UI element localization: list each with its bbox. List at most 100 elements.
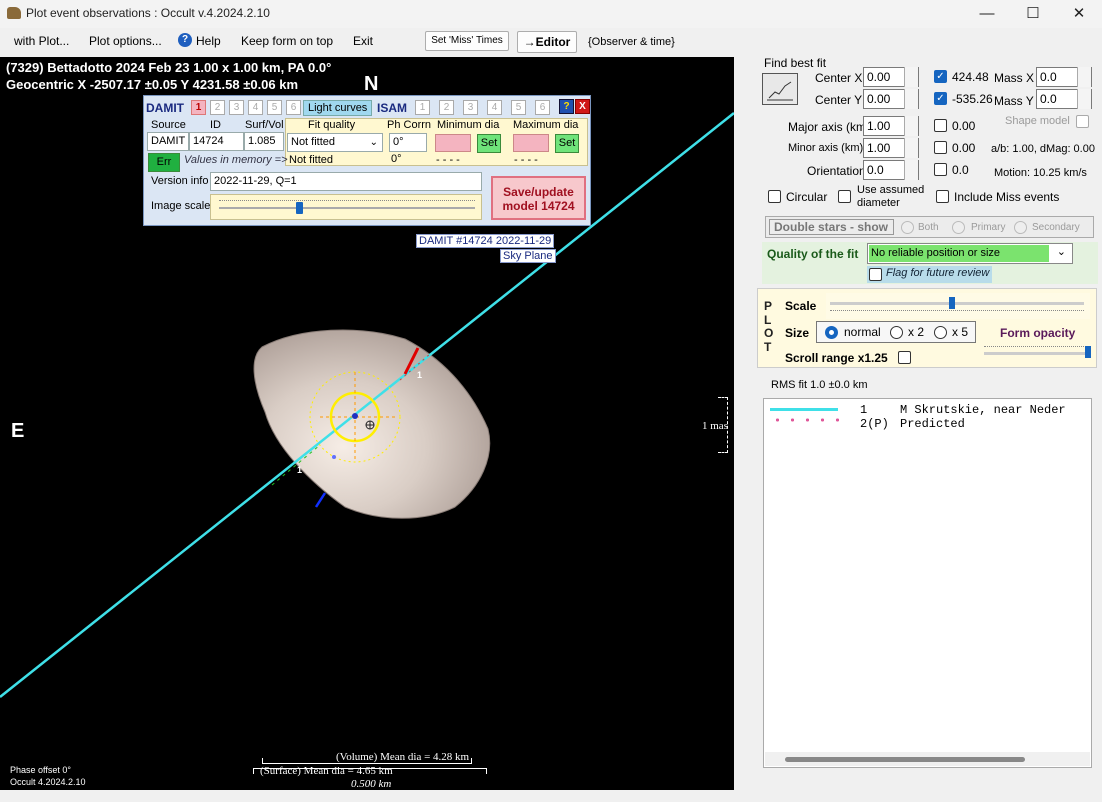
motion-label: Motion: 10.25 km/s [994,167,1087,179]
slider-track [984,352,1088,355]
fit-quality-select[interactable]: Not fitted ⌄ [287,133,383,152]
close-button[interactable]: ✕ [1056,0,1102,28]
min-dia-field[interactable] [435,134,471,152]
menu-keep-on-top[interactable]: Keep form on top [241,34,333,48]
center-y-spinner[interactable] [904,89,918,109]
secondary-radio[interactable] [1014,221,1027,234]
minor-axis-value: 1.00 [867,141,891,155]
minor-axis-spinner[interactable] [904,138,918,158]
isam-model-2[interactable]: 2 [439,100,454,115]
set-max-button[interactable]: Set [555,134,579,153]
close-icon[interactable]: X [575,99,590,114]
mas-scale-label: 1 mas [702,420,728,432]
help-icon[interactable]: ? [559,99,574,114]
minor-axis-checkbox[interactable] [934,141,947,154]
damit-model-1[interactable]: 1 [191,100,206,115]
scrollbar-thumb[interactable] [785,757,1025,762]
save-update-button[interactable]: Save/update model 14724 [491,176,586,220]
legend-chord-line [770,408,838,411]
image-scale-slider[interactable] [210,194,482,220]
slider-thumb[interactable] [949,297,956,309]
center-y-input[interactable]: 0.00 [863,89,919,109]
set-miss-times-button[interactable]: Set 'Miss' Times [425,31,509,51]
double-stars-show-button[interactable]: Double stars - show [769,219,894,235]
major-axis-spinner[interactable] [904,116,918,136]
center-x-spinner[interactable] [904,67,918,87]
major-axis-input[interactable]: 1.00 [863,116,919,136]
legend-row-1-num: 1 [860,403,868,417]
scale-slider[interactable] [826,293,1090,319]
help-icon[interactable]: ? [178,33,192,47]
legend-row-2-name: Predicted [900,417,965,431]
isam-model-1[interactable]: 1 [415,100,430,115]
center-y-label: Center Y [815,93,863,107]
center-y-checkbox[interactable]: ✓ [934,92,947,105]
center-x-checkbox[interactable]: ✓ [934,70,947,83]
plot-letter-p: P [764,299,773,313]
orientation-checkbox[interactable] [934,163,947,176]
mass-x-spinner[interactable] [1077,67,1091,87]
assumed-diameter-label: Use assumed diameter [857,184,925,209]
assumed-diameter-checkbox[interactable] [838,190,851,203]
id-field[interactable]: 14724 [189,132,244,151]
primary-radio[interactable] [952,221,965,234]
observer-time-link[interactable]: {Observer & time} [588,36,675,48]
both-radio[interactable] [901,221,914,234]
mass-y-spinner[interactable] [1077,89,1091,109]
quality-select[interactable]: No reliable position or size ⌄ [867,243,1073,264]
isam-model-6[interactable]: 6 [535,100,550,115]
minimize-button[interactable]: — [964,0,1010,28]
damit-model-4[interactable]: 4 [248,100,263,115]
scroll-range-checkbox[interactable] [898,351,911,364]
slider-thumb[interactable] [1084,346,1091,358]
set-min-button[interactable]: Set [477,134,501,153]
slider-thumb[interactable] [295,202,303,214]
ph-corrn-field[interactable]: 0° [389,133,427,152]
size-x5-radio[interactable] [934,326,947,339]
menu-with-plot[interactable]: with Plot... [14,34,69,48]
size-x2-radio[interactable] [890,326,903,339]
menu-help[interactable]: Help [196,34,221,48]
orientation-input[interactable]: 0.0 [863,160,919,180]
err-button[interactable]: Err [148,153,180,172]
legend-scrollbar[interactable] [765,752,1090,766]
mass-y-input[interactable]: 0.0 [1036,89,1092,109]
major-axis-checkbox[interactable] [934,119,947,132]
opacity-slider[interactable] [982,343,1091,365]
size-normal-radio[interactable] [825,326,838,339]
isam-model-4[interactable]: 4 [487,100,502,115]
damit-model-3[interactable]: 3 [229,100,244,115]
damit-model-2[interactable]: 2 [210,100,225,115]
isam-model-3[interactable]: 3 [463,100,478,115]
menu-exit[interactable]: Exit [353,34,373,48]
chord-number-top: 1 [417,370,423,380]
maximize-button[interactable]: ☐ [1010,0,1056,28]
orientation-spinner[interactable] [904,160,918,180]
source-field[interactable]: DAMIT [147,132,189,151]
light-curves-button[interactable]: Light curves [303,100,373,116]
max-dia-field[interactable] [513,134,549,152]
find-best-fit-button[interactable] [762,73,798,105]
menu-plot-options[interactable]: Plot options... [89,34,162,48]
slider-ticks [219,200,475,204]
surfvol-field[interactable]: 1.085 [244,132,284,151]
scale-label: Scale [785,299,817,313]
circular-checkbox[interactable] [768,190,781,203]
major-axis-fit-value: 0.00 [952,119,976,133]
include-miss-checkbox[interactable] [936,190,949,203]
center-x-input[interactable]: 0.00 [863,67,919,87]
mass-x-value: 0.0 [1040,70,1057,84]
damit-model-5[interactable]: 5 [267,100,282,115]
col-fit-quality: Fit quality [308,119,356,131]
damit-model-6[interactable]: 6 [286,100,301,115]
plot-header-2: Geocentric X -2507.17 ±0.05 Y 4231.58 ±0… [6,77,299,92]
editor-button[interactable]: →Editor [517,31,577,53]
version-label: Occult 4.2024.2.10 [10,777,86,787]
version-info-field[interactable]: 2022-11-29, Q=1 [210,172,482,191]
isam-model-5[interactable]: 5 [511,100,526,115]
flag-review-checkbox[interactable] [869,268,882,281]
minor-axis-input[interactable]: 1.00 [863,138,919,158]
mass-x-input[interactable]: 0.0 [1036,67,1092,87]
shape-model-checkbox[interactable] [1076,115,1089,128]
legend-list[interactable]: 1 M Skrutskie, near Neder 2(P) Predicted [763,398,1092,768]
